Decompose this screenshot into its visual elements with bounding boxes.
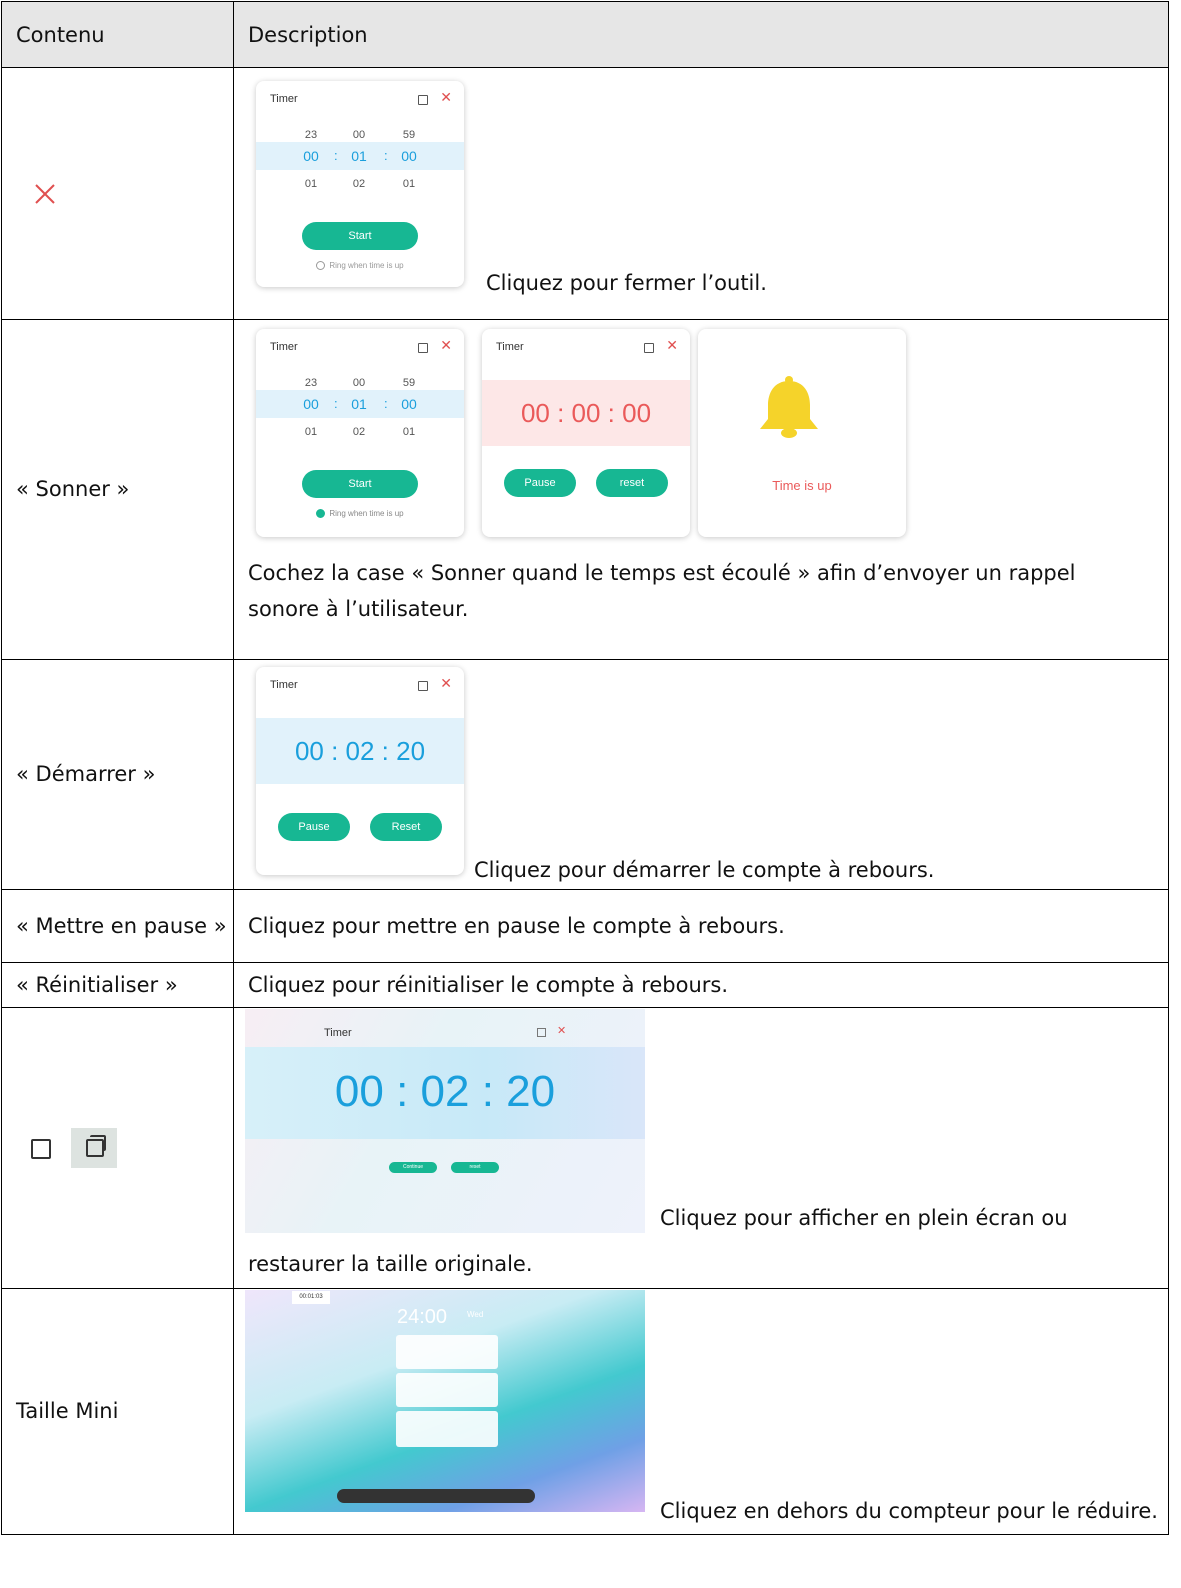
fullscreen-screenshot: Timer ✕ 00 : 02 : 20 Continue reset xyxy=(245,1009,645,1233)
mini-timer: 00:01:03 xyxy=(292,1291,330,1304)
table-row: Timer ✕ 00 : 02 : 20 Continue reset Cliq… xyxy=(1,1007,1169,1289)
spinner-selected[interactable]: 00: 01: 00 xyxy=(256,142,464,170)
timer-running-card: Timer ✕ 00 : 02 : 20 Pause Reset xyxy=(256,667,464,875)
account-widget xyxy=(396,1335,498,1369)
reset-button[interactable]: Reset xyxy=(370,813,442,841)
continue-button: Continue xyxy=(389,1162,437,1173)
row-text: Cochez la case « Sonner quand le temps e… xyxy=(248,561,1076,621)
row-desc: Cliquez pour réinitialiser le compte à r… xyxy=(233,962,1169,1008)
maximize-icon xyxy=(31,1139,51,1159)
ring-checkbox[interactable]: Ring when time is up xyxy=(256,509,464,519)
reset-button: reset xyxy=(451,1162,499,1173)
close-content xyxy=(1,67,234,320)
spinner-selected[interactable]: 00: 01: 00 xyxy=(256,390,464,418)
reset-button[interactable]: reset xyxy=(596,469,668,497)
pause-button[interactable]: Pause xyxy=(278,813,350,841)
timer-title: Timer xyxy=(270,93,298,105)
row-desc: Timer ✕ 00 : 02 : 20 Continue reset Cliq… xyxy=(233,1007,1169,1289)
table-row: « Réinitialiser » Cliquez pour réinitial… xyxy=(1,962,1169,1008)
fullscreen-content xyxy=(1,1007,234,1289)
countdown-display: 00 : 02 : 20 xyxy=(334,1067,556,1116)
table-row: « Sonner » Timer ✕ 23 00 59 00: 01: 00 01 0… xyxy=(1,319,1169,660)
pause-button[interactable]: Pause xyxy=(504,469,576,497)
row-desc: Cliquez pour mettre en pause le compte à… xyxy=(233,889,1169,963)
row-label: Taille Mini xyxy=(1,1288,234,1535)
row-desc: Timer ✕ 23 00 59 00: 01: 00 01 02 01 Start R… xyxy=(233,67,1169,320)
timer-title: Timer xyxy=(496,341,524,353)
countdown-display: 00 : 00 : 00 xyxy=(482,380,690,446)
timer-title: Timer xyxy=(270,679,298,691)
time-up-text: Time is up xyxy=(772,478,832,493)
header-description: Description xyxy=(233,1,1169,68)
close-icon xyxy=(35,183,55,204)
timer-running-card: Timer ✕ 00 : 00 : 00 Pause reset xyxy=(482,329,690,537)
timer-title: Timer xyxy=(270,341,298,353)
row-label: « Mettre en pause » xyxy=(1,889,234,963)
table-header: Contenu Description xyxy=(1,1,1169,68)
doc-table: Contenu Description Timer ✕ 23 00 59 00: 0… xyxy=(1,1,1169,1535)
window-icons xyxy=(2,1128,233,1168)
header-contenu: Contenu xyxy=(1,1,234,68)
close-icon[interactable]: ✕ xyxy=(440,337,452,354)
row-text: Cliquez pour démarrer le compte à rebour… xyxy=(474,858,935,882)
row-desc: Timer ✕ 23 00 59 00: 01: 00 01 02 01 Start R… xyxy=(233,319,1169,660)
taskbar xyxy=(337,1489,535,1503)
ring-checkbox[interactable]: Ring when time is up xyxy=(256,261,464,271)
row-label: « Démarrer » xyxy=(1,659,234,890)
apps-widget xyxy=(396,1373,498,1407)
close-icon[interactable]: ✕ xyxy=(666,337,678,354)
row-text: Cliquez pour afficher en plein écran ou xyxy=(660,1206,1068,1230)
countdown-display: 00 : 02 : 20 xyxy=(256,718,464,784)
row-desc: 00:01:03 24:00 Wed Cliquez en dehors du … xyxy=(233,1288,1169,1535)
maximize-icon[interactable] xyxy=(418,95,428,105)
maximize-icon[interactable] xyxy=(644,343,654,353)
row-text: Cliquez en dehors du compteur pour le ré… xyxy=(660,1499,1158,1523)
desktop-clock: 24:00 xyxy=(397,1306,448,1328)
start-button[interactable]: Start xyxy=(302,470,418,498)
row-text: restaurer la taille originale. xyxy=(248,1252,533,1276)
timer-title: Timer xyxy=(324,1027,352,1039)
close-icon[interactable]: ✕ xyxy=(440,89,452,106)
restore-icon xyxy=(71,1128,117,1168)
table-row: « Démarrer » Timer ✕ 00 : 02 : 20 Pause … xyxy=(1,659,1169,890)
time-up-card: Time is up xyxy=(698,329,906,537)
desktop-screenshot: 00:01:03 24:00 Wed xyxy=(245,1290,645,1512)
table-row: « Mettre en pause » Cliquez pour mettre … xyxy=(1,889,1169,963)
close-icon: ✕ xyxy=(557,1025,567,1037)
row-label: « Réinitialiser » xyxy=(1,962,234,1008)
maximize-icon[interactable] xyxy=(418,681,428,691)
desktop-day: Wed xyxy=(467,1310,484,1319)
timer-card: Timer ✕ 23 00 59 00: 01: 00 01 02 01 Start R… xyxy=(256,81,464,287)
table-row: Timer ✕ 23 00 59 00: 01: 00 01 02 01 Start R… xyxy=(1,67,1169,320)
close-icon[interactable]: ✕ xyxy=(440,675,452,692)
row-label: « Sonner » xyxy=(1,319,234,660)
row-text: Cliquez pour fermer l’outil. xyxy=(486,271,767,295)
tools-widget xyxy=(396,1411,498,1447)
row-desc: Timer ✕ 00 : 02 : 20 Pause Reset Cliquez… xyxy=(233,659,1169,890)
table-row: Taille Mini 00:01:03 24:00 Wed Cliquez e… xyxy=(1,1288,1169,1535)
timer-card: Timer ✕ 23 00 59 00: 01: 00 01 02 01 Start R… xyxy=(256,329,464,537)
start-button[interactable]: Start xyxy=(302,222,418,250)
maximize-icon[interactable] xyxy=(418,343,428,353)
bell-icon xyxy=(760,376,818,438)
restore-icon xyxy=(537,1028,546,1037)
